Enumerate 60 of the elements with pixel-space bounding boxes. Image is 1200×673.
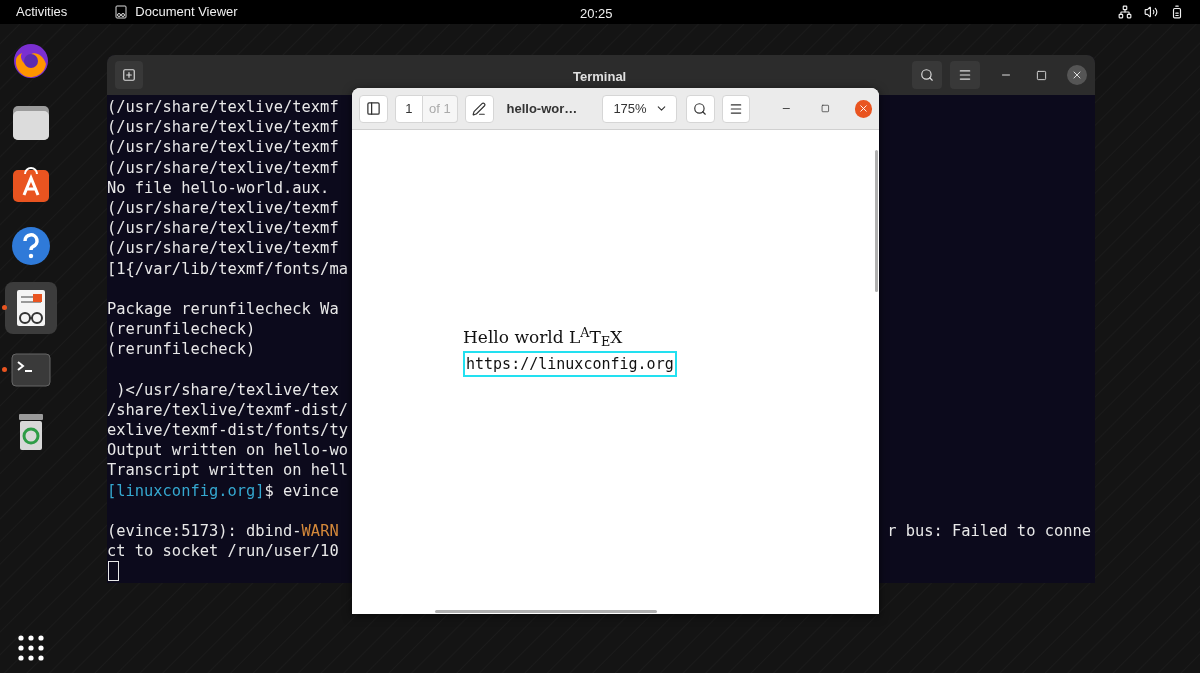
terminal-line: Output written on hello-wo <box>107 440 348 461</box>
terminal-line: (/usr/share/texlive/texmf <box>107 238 339 259</box>
store-bag-icon <box>11 164 51 204</box>
search-button[interactable] <box>912 61 942 89</box>
close-icon <box>857 103 869 114</box>
activities-button[interactable]: Activities <box>16 2 68 22</box>
app-grid-icon[interactable] <box>18 635 44 661</box>
volume-icon[interactable] <box>1144 5 1158 19</box>
menu-icon <box>958 68 972 82</box>
terminal-icon <box>11 350 51 390</box>
terminal-line: No file hello-world.aux. <box>107 177 330 198</box>
terminal-line: (/usr/share/texlive/texmf <box>107 117 339 138</box>
annotate-button[interactable] <box>464 94 494 123</box>
menu-icon <box>729 101 743 116</box>
terminal-line: )</usr/share/texlive/tex <box>115 379 339 400</box>
terminal-line: exlive/texmf-dist/fonts/ty <box>107 420 348 441</box>
maximize-icon[interactable] <box>821 104 830 113</box>
search-icon <box>693 101 708 116</box>
sidebar-toggle-button[interactable] <box>359 94 388 123</box>
terminal-line: (rerunfilecheck) <box>107 339 256 360</box>
menu-button[interactable] <box>721 94 751 123</box>
terminal-line: ct to socket /run/user/10 <box>107 541 339 562</box>
menu-button[interactable] <box>950 61 980 89</box>
terminal-line: r bus: Failed to conne <box>887 520 1091 542</box>
zoom-dropdown[interactable]: 175% <box>602 94 677 123</box>
document-title: hello-wor… <box>505 99 579 118</box>
window-title: Terminal <box>573 68 627 86</box>
pen-icon <box>472 101 487 116</box>
page-count: of 1 <box>422 94 458 123</box>
page-number-field[interactable]: 1 <box>394 94 423 123</box>
app-menu[interactable]: Document Viewer <box>135 2 238 22</box>
terminal-line: [1{/var/lib/texmf/fonts/ma <box>107 258 348 279</box>
horizontal-scrollbar[interactable] <box>435 610 657 613</box>
close-icon <box>1071 69 1083 81</box>
close-button[interactable] <box>1067 65 1087 85</box>
battery-icon[interactable] <box>1170 5 1184 19</box>
terminal-line: (/usr/share/texlive/texmf <box>107 137 339 158</box>
search-icon <box>920 68 934 82</box>
new-tab-icon <box>122 68 136 82</box>
new-tab-button[interactable] <box>115 61 143 89</box>
terminal-line: (rerunfilecheck) <box>107 319 256 340</box>
clock[interactable]: 20:25 <box>580 4 613 24</box>
network-icon[interactable] <box>1118 5 1132 19</box>
vertical-scrollbar[interactable] <box>875 150 878 292</box>
terminal-line: Transcript written on hell <box>107 460 348 481</box>
search-button[interactable] <box>685 94 715 123</box>
terminal-line: /share/texlive/texmf-dist/ <box>107 399 348 420</box>
help-icon <box>11 226 51 266</box>
sidebar-icon <box>365 101 381 116</box>
dock-item[interactable] <box>5 282 57 334</box>
document-link[interactable]: https://linuxconfig.org <box>463 350 677 377</box>
terminal-line: Package rerunfilecheck Wa <box>107 298 339 320</box>
terminal-line: (/usr/share/texlive/texmf <box>107 97 339 118</box>
document-heading: Hello world L$^{A}$T$_{E}$X <box>463 325 623 351</box>
terminal-line: (/usr/share/texlive/texmf <box>107 157 339 178</box>
terminal-line: (/usr/share/texlive/texmf <box>107 197 339 219</box>
document-glasses-icon <box>115 5 128 19</box>
terminal-line: [linuxconfig.org]$ evince <box>107 480 339 501</box>
terminal-line: (evince:5173): dbind-WARN <box>107 520 339 542</box>
terminal-line: (/usr/share/texlive/texmf <box>107 218 339 239</box>
